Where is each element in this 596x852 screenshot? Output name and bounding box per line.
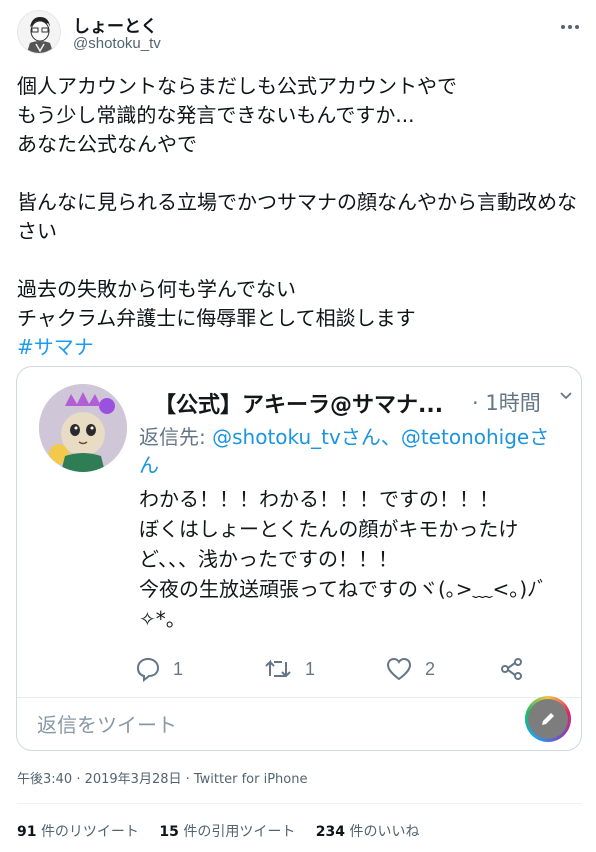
quoted-author-name[interactable]: 【公式】アキーラ@サマナ... [154,387,443,419]
heart-icon [385,656,413,682]
reply-count: 1 [173,658,184,679]
compose-button[interactable] [525,696,571,742]
likes-label: 件のいいね [349,824,420,840]
retweets-label: 件のリツイート [40,824,139,840]
like-button[interactable]: 2 [385,652,435,686]
tweet-text: 個人アカウントならまだしも公式アカウントやで もう少し常識的な発言できないもんで… [17,72,582,362]
retweets-count: 91 [17,824,37,840]
tweet-timestamp[interactable]: 午後3:40 · 2019年3月28日 · Twitter for iPhone [17,768,307,787]
like-count: 2 [425,658,436,679]
quoted-tweet-text: わかる！！！わかる！！！ですの！！！ ぼくはしょーとくたんの顔がキモかったけど、… [139,487,548,631]
author-display-name[interactable]: しょーとく [73,12,158,37]
pencil-icon [528,699,568,739]
share-icon [499,656,525,682]
quotes-stat[interactable]: 15 件の引用ツイート [159,824,295,840]
hashtag-link[interactable]: #サマナ [17,335,94,359]
tweet-header: しょーとく @shotoku_tv [0,0,596,64]
quoted-action-bar: 1 1 2 [135,652,565,686]
retweet-button[interactable]: 1 [263,652,315,686]
reply-button[interactable]: 1 [135,652,183,686]
chevron-down-icon[interactable] [558,387,574,407]
reply-icon [135,656,161,682]
divider [17,803,582,804]
ellipsis-icon[interactable] [560,14,580,35]
quoted-timestamp[interactable]: · 1時間 [472,387,541,417]
reply-to-line: 返信先: @shotoku_tvさん、@tetonohigeさん [139,423,569,479]
engagement-stats: 91 件のリツイート 15 件の引用ツイート 234 件のいいね [17,821,435,841]
author-handle[interactable]: @shotoku_tv [73,35,161,52]
likes-count: 234 [315,824,346,840]
likes-stat[interactable]: 234 件のいいね [316,824,420,840]
embedded-tweet-card[interactable]: 【公式】アキーラ@サマナ... · 1時間 返信先: @shotoku_tvさん… [16,366,582,751]
author-avatar[interactable] [17,10,61,54]
reply-to-label: 返信先: [139,425,213,449]
quoted-author-avatar[interactable] [39,384,127,472]
retweets-stat[interactable]: 91 件のリツイート [17,824,139,840]
retweet-icon [263,656,293,682]
share-button[interactable] [499,652,525,686]
quotes-label: 件の引用ツイート [183,824,296,840]
divider [17,697,581,698]
retweet-count: 1 [305,658,316,679]
reply-tweet-input[interactable]: 返信をツイート [37,709,177,738]
tweet-body: 個人アカウントならまだしも公式アカウントやで もう少し常識的な発言できないもんで… [17,74,577,330]
quotes-count: 15 [159,824,179,840]
